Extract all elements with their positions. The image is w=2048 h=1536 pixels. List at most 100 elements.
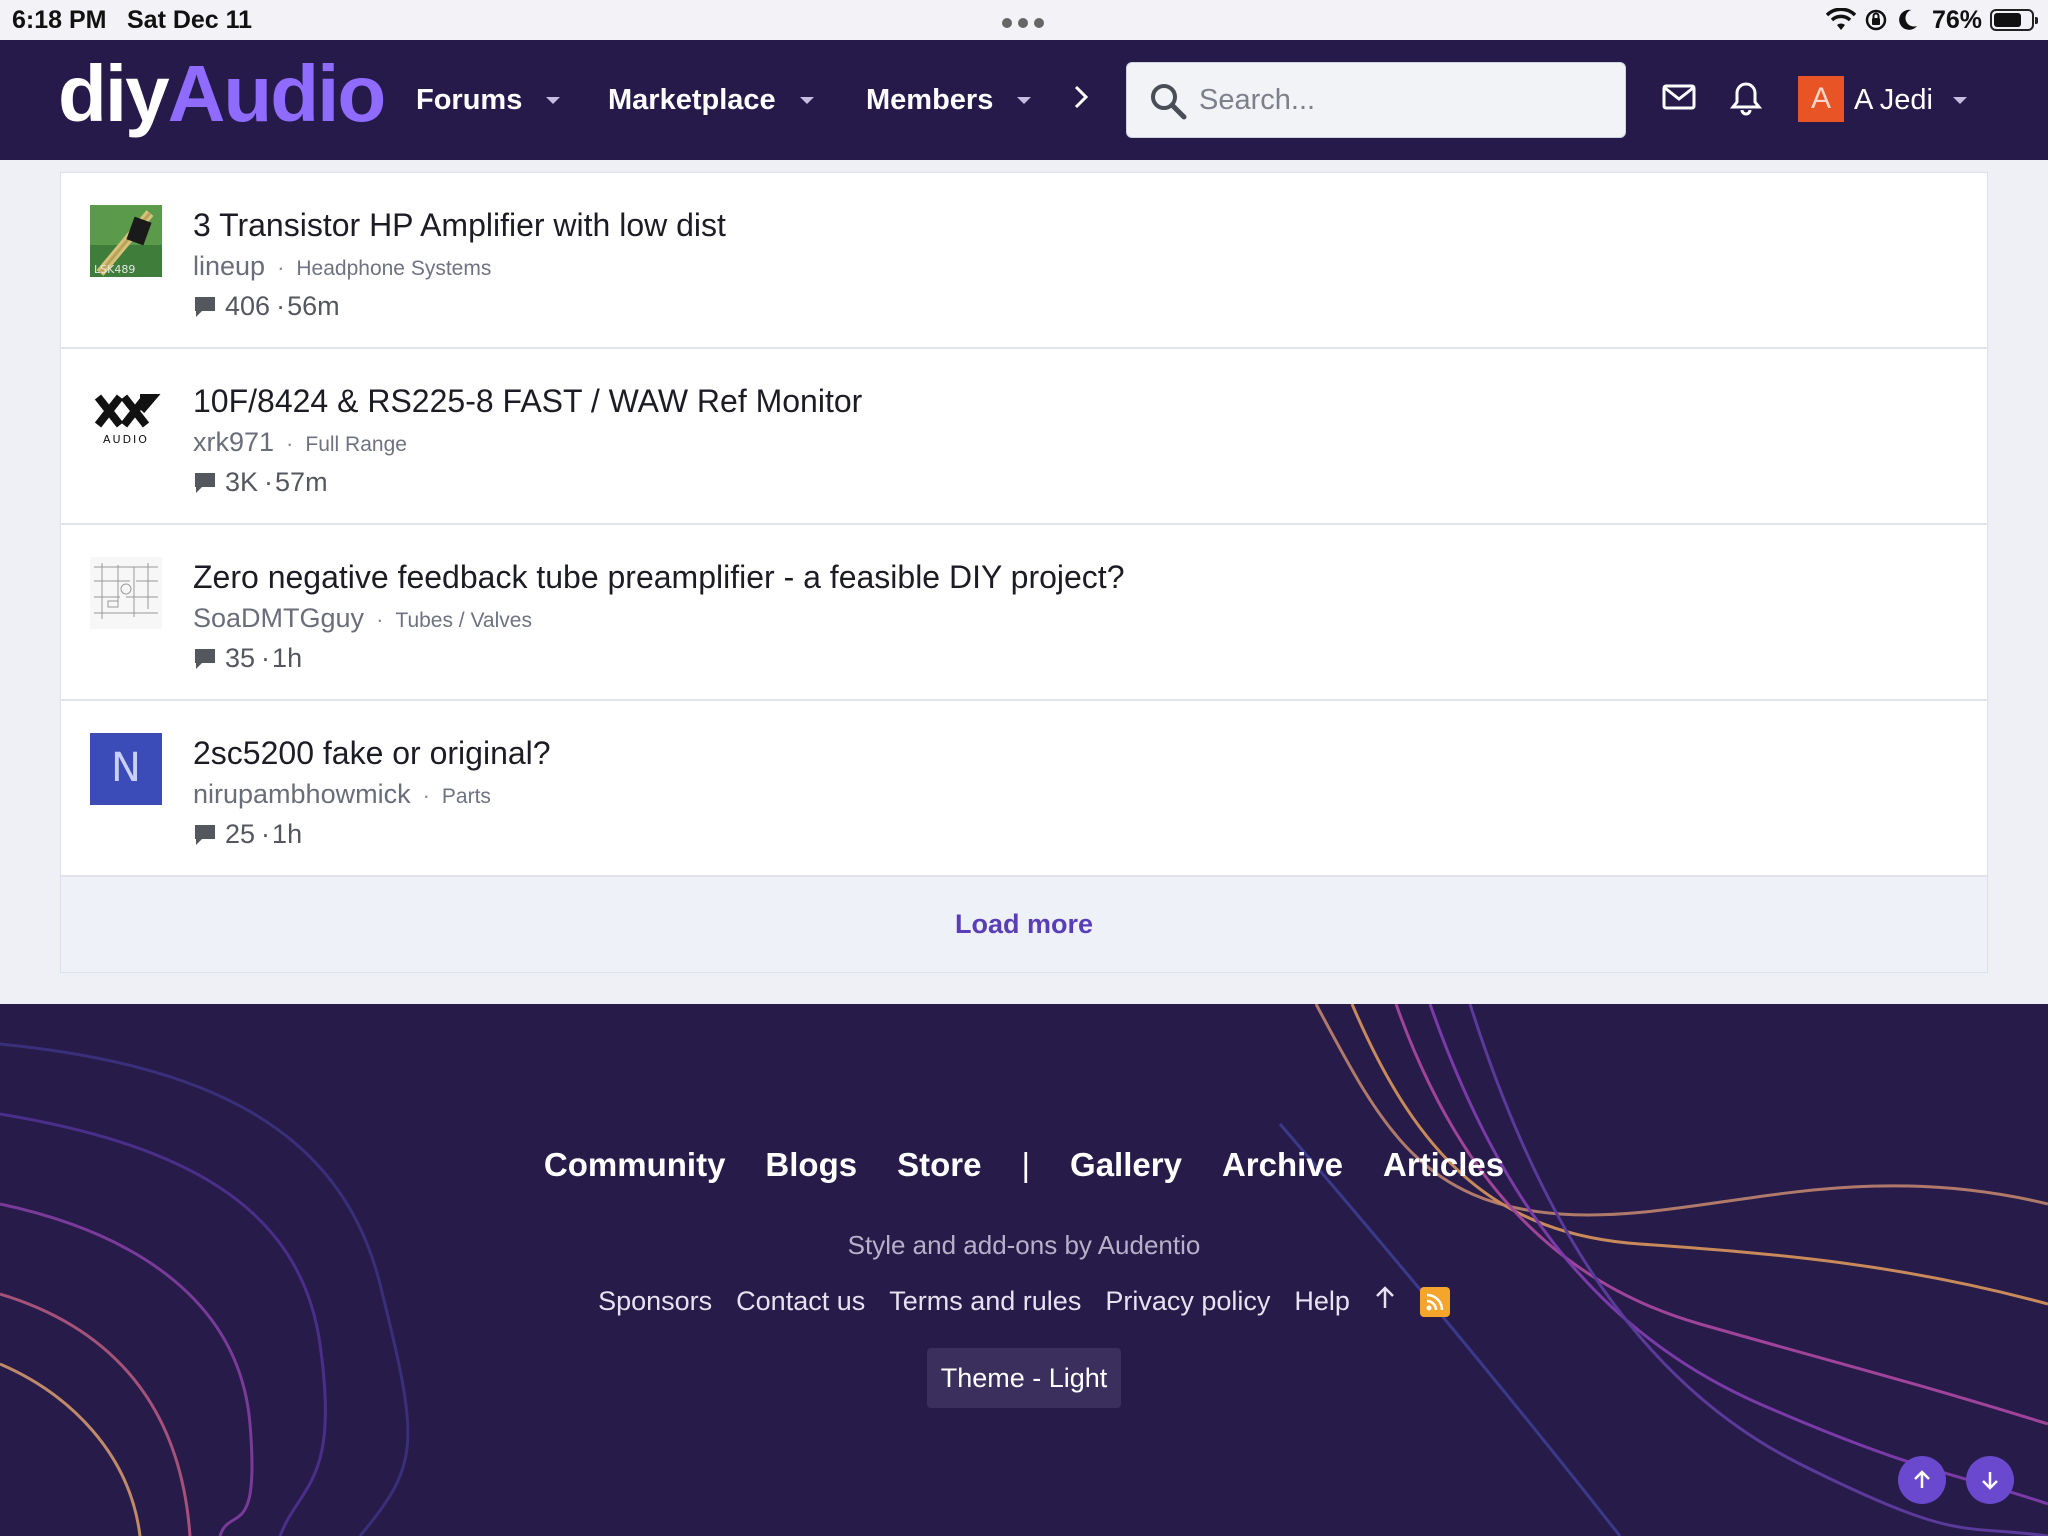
last-activity-time[interactable]: 1h: [272, 819, 302, 850]
caret-down-icon[interactable]: [1017, 97, 1032, 104]
reply-count: 25: [225, 819, 256, 849]
moon-icon: [1899, 9, 1917, 30]
rss-icon[interactable]: [1419, 1286, 1450, 1317]
last-activity-time[interactable]: 1h: [272, 643, 302, 674]
footer-link-store[interactable]: Store: [897, 1146, 981, 1184]
thread-title[interactable]: 10F/8424 & RS225-8 FAST / WAW Ref Monito…: [193, 383, 862, 420]
theme-toggle-button[interactable]: Theme - Light: [927, 1348, 1121, 1408]
thread-thumbnail[interactable]: N: [90, 733, 162, 805]
footer-link-blogs[interactable]: Blogs: [765, 1146, 857, 1184]
thread-author[interactable]: xrk971: [193, 427, 274, 458]
thread-author[interactable]: nirupambhowmick: [193, 779, 411, 810]
logo-text-audio: Audio: [167, 49, 387, 138]
footer: Community Blogs Store | Gallery Archive …: [0, 1004, 2048, 1536]
thread-author[interactable]: SoaDMTGguy: [193, 603, 364, 634]
load-more-bar: Load more: [60, 877, 1988, 973]
multitasking-dots-icon[interactable]: [1002, 18, 1046, 30]
scroll-down-button[interactable]: [1966, 1456, 2014, 1504]
user-avatar[interactable]: A: [1798, 76, 1844, 122]
nav-item-forums[interactable]: Forums: [416, 84, 561, 117]
footer-link-gallery[interactable]: Gallery: [1070, 1146, 1182, 1184]
footer-link-contact[interactable]: Contact us: [736, 1286, 865, 1317]
reply-count: 35: [225, 643, 256, 673]
footer-links: Sponsors Contact us Terms and rules Priv…: [0, 1286, 2048, 1317]
caret-down-icon[interactable]: [799, 97, 814, 104]
thread-thumbnail[interactable]: AUDIO: [90, 381, 162, 453]
footer-link-articles[interactable]: Articles: [1383, 1146, 1504, 1184]
thread-meta: xrk971 · Full Range: [193, 427, 407, 458]
caret-down-icon[interactable]: [1953, 97, 1967, 104]
footer-link-archive[interactable]: Archive: [1222, 1146, 1343, 1184]
meta-separator: ·: [264, 467, 274, 497]
list-item[interactable]: N 2sc5200 fake or original? nirupambhowm…: [61, 701, 1987, 877]
list-item[interactable]: Zero negative feedback tube preamplifier…: [61, 525, 1987, 701]
thread-stats: 25 · 1h: [193, 819, 302, 850]
search-icon: [1151, 84, 1187, 120]
nav-item-label: Marketplace: [608, 84, 776, 116]
footer-link-community[interactable]: Community: [544, 1146, 726, 1184]
last-activity-time[interactable]: 56m: [287, 291, 340, 322]
top-navbar: diyAudio Forums Marketplace Members A A …: [0, 40, 2048, 160]
list-item[interactable]: LSK489 3 Transistor HP Amplifier with lo…: [61, 173, 1987, 349]
search-box[interactable]: [1126, 62, 1626, 138]
thread-forum[interactable]: Headphone Systems: [296, 257, 491, 281]
thread-author[interactable]: lineup: [193, 251, 265, 282]
arrow-up-icon: [1914, 1470, 1930, 1488]
footer-link-terms[interactable]: Terms and rules: [889, 1286, 1081, 1317]
footer-link-privacy[interactable]: Privacy policy: [1105, 1286, 1270, 1317]
inbox-icon[interactable]: [1662, 80, 1696, 119]
thread-stats: 3K · 57m: [193, 467, 328, 498]
comment-icon: [195, 296, 215, 317]
logo-text-diy: diy: [58, 49, 170, 138]
meta-separator: ·: [277, 255, 285, 280]
bell-icon[interactable]: [1729, 80, 1763, 121]
thread-meta: SoaDMTGguy · Tubes / Valves: [193, 603, 532, 634]
nav-item-members[interactable]: Members: [866, 84, 1032, 117]
last-activity-time[interactable]: 57m: [275, 467, 328, 498]
meta-separator: ·: [261, 819, 271, 849]
scroll-up-button[interactable]: [1898, 1456, 1946, 1504]
list-item[interactable]: AUDIO 10F/8424 & RS225-8 FAST / WAW Ref …: [61, 349, 1987, 525]
thumb-label: LSK489: [94, 263, 135, 276]
thread-title[interactable]: 2sc5200 fake or original?: [193, 735, 551, 772]
avatar-letter: N: [111, 745, 141, 791]
thumb-label: AUDIO: [103, 433, 149, 446]
thread-title[interactable]: Zero negative feedback tube preamplifier…: [193, 559, 1124, 596]
meta-separator: ·: [261, 643, 271, 673]
thread-title[interactable]: 3 Transistor HP Amplifier with low dist: [193, 207, 726, 244]
nav-item-label: Forums: [416, 84, 523, 116]
thread-forum[interactable]: Tubes / Valves: [395, 609, 532, 633]
status-date: Sat Dec 11: [127, 6, 253, 34]
meta-separator: ·: [422, 783, 430, 808]
search-input[interactable]: [1199, 63, 1609, 137]
caret-down-icon[interactable]: [546, 97, 561, 104]
footer-credit[interactable]: Style and add-ons by Audentio: [0, 1230, 2048, 1261]
meta-separator: ·: [376, 607, 384, 632]
load-more-button[interactable]: Load more: [955, 909, 1093, 940]
thread-thumbnail[interactable]: LSK489: [90, 205, 162, 277]
thread-stats: 35 · 1h: [193, 643, 302, 674]
thread-forum[interactable]: Full Range: [305, 433, 407, 457]
meta-separator: ·: [286, 431, 294, 456]
wifi-icon: [1825, 8, 1856, 30]
user-menu[interactable]: A Jedi: [1854, 84, 1967, 117]
footer-nav-divider: |: [1021, 1146, 1031, 1183]
thread-meta: nirupambhowmick · Parts: [193, 779, 491, 810]
footer-link-sponsors[interactable]: Sponsors: [598, 1286, 712, 1317]
chevron-right-icon[interactable]: [1072, 84, 1090, 118]
footer-nav: Community Blogs Store | Gallery Archive …: [0, 1146, 2048, 1184]
battery-icon: [1990, 9, 2038, 31]
reply-count: 406: [225, 291, 271, 321]
comment-icon: [195, 824, 215, 845]
arrow-down-icon: [1982, 1472, 1998, 1490]
status-icons: 76%: [1825, 4, 2038, 36]
orientation-lock-icon: [1865, 9, 1887, 31]
reply-count: 3K: [225, 467, 259, 497]
nav-item-marketplace[interactable]: Marketplace: [608, 84, 814, 117]
site-logo[interactable]: diyAudio: [58, 48, 387, 140]
thread-forum[interactable]: Parts: [442, 785, 491, 809]
thread-thumbnail[interactable]: [90, 557, 162, 629]
arrow-up-icon[interactable]: [1374, 1286, 1396, 1317]
footer-wave-decoration: [0, 1004, 2048, 1536]
footer-link-help[interactable]: Help: [1294, 1286, 1350, 1317]
